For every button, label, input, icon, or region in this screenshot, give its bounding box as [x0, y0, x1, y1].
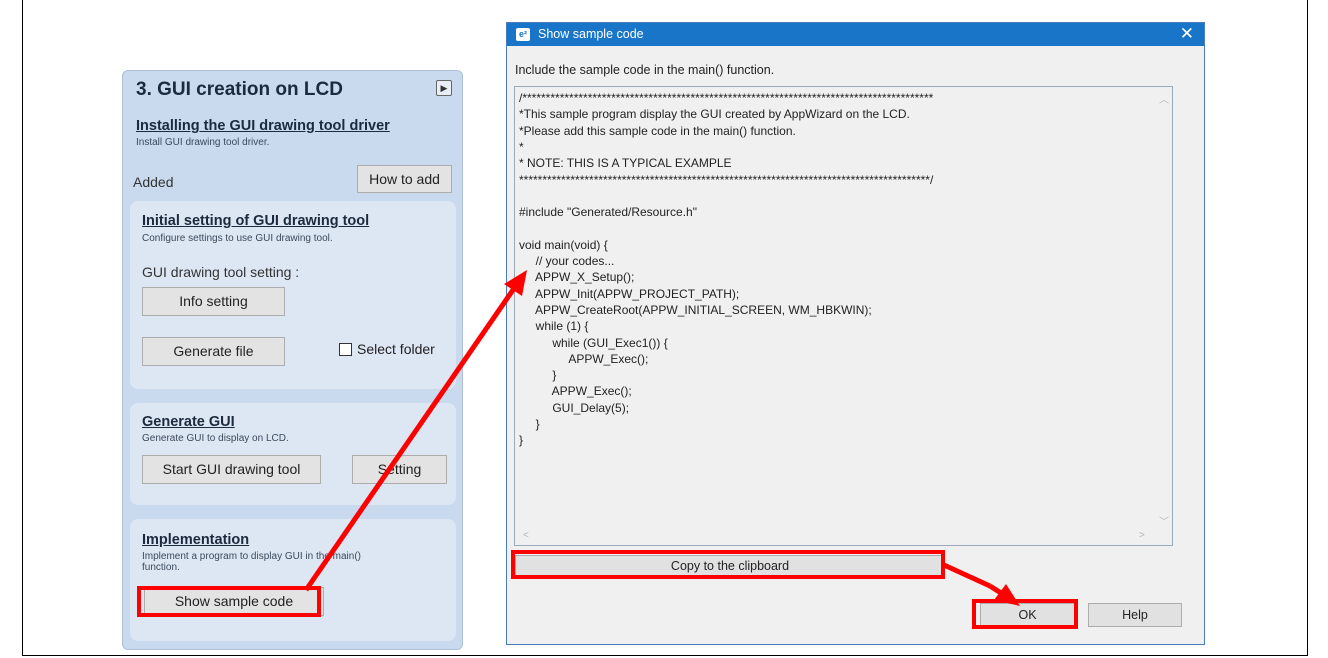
- arrow-to-ok: [942, 562, 992, 589]
- arrow-head-ok: [994, 584, 1020, 606]
- arrow-head-code: [504, 270, 527, 296]
- arrow-to-code: [303, 285, 518, 592]
- annotation-arrows: [303, 270, 1020, 606]
